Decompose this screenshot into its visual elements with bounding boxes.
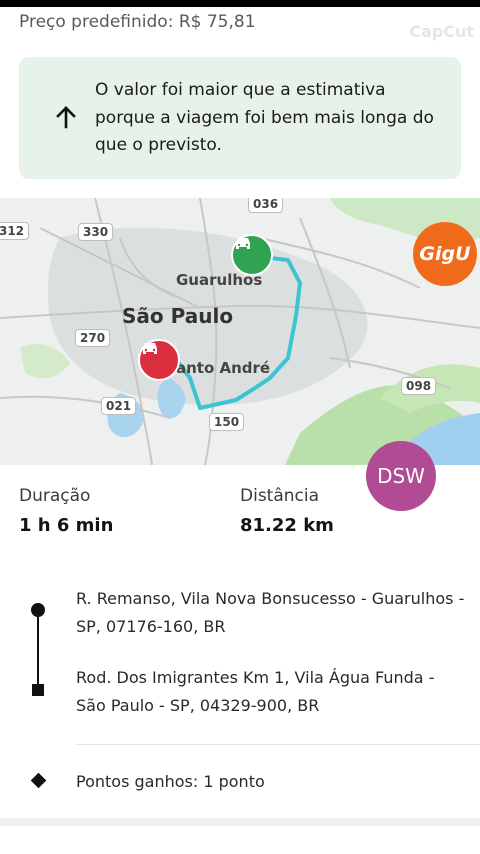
road-shield: 270 (75, 329, 111, 347)
section-separator (0, 818, 480, 826)
divider (76, 744, 480, 745)
capcut-watermark: CapCut (409, 22, 474, 41)
map-city-sao-paulo: São Paulo (122, 304, 234, 328)
road-shield: 021 (101, 397, 137, 415)
preset-price: Preço predefinido: R$ 75,81 (19, 12, 256, 32)
car-icon (143, 343, 157, 354)
distance-label: Distância (240, 486, 320, 506)
distance-value: 81.22 km (240, 515, 334, 536)
car-icon (236, 238, 250, 249)
dropoff-car-pin[interactable] (138, 339, 180, 381)
map-city-santo-andre: anto André (176, 359, 271, 377)
route-map[interactable]: Guarulhos São Paulo anto André 036 312 3… (0, 198, 480, 465)
road-shield: 150 (209, 413, 245, 431)
dropoff-address: Rod. Dos Imigrantes Km 1, Vila Água Fund… (76, 668, 435, 715)
road-shield: 312 (0, 222, 30, 240)
road-shield: 098 (401, 377, 437, 395)
fare-notice-text: O valor foi maior que a estimativa porqu… (95, 80, 434, 155)
pickup-dot-icon (31, 603, 45, 617)
duration-value: 1 h 6 min (19, 515, 114, 536)
points-earned: Pontos ganhos: 1 ponto (76, 772, 265, 791)
gigu-logo: GigU (413, 222, 477, 286)
dsw-overlay-badge: DSW (366, 441, 436, 511)
diamond-icon (30, 772, 47, 789)
dropoff-square-icon (32, 684, 44, 696)
pickup-address: R. Remanso, Vila Nova Bonsucesso - Guaru… (76, 589, 465, 636)
arrow-up-icon (55, 105, 77, 133)
road-shield: 330 (78, 223, 114, 241)
status-bar (0, 0, 480, 7)
pickup-car-pin[interactable] (231, 234, 273, 276)
road-shield: 036 (248, 198, 284, 213)
fare-notice-card: O valor foi maior que a estimativa porqu… (19, 57, 461, 179)
route-connector-line (37, 610, 39, 690)
duration-label: Duração (19, 486, 91, 506)
